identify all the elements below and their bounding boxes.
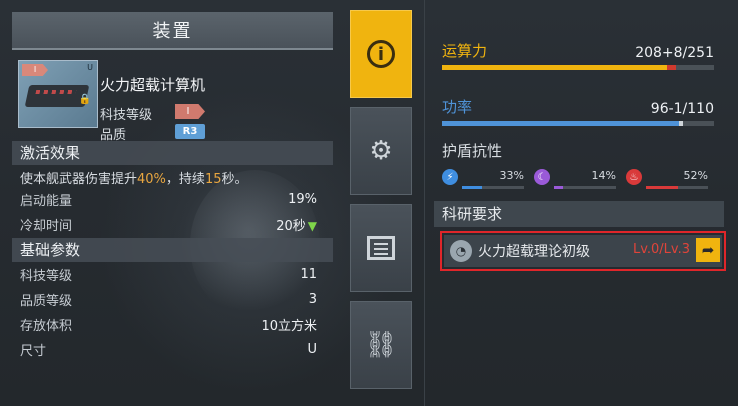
resist-percent: 33% — [499, 169, 524, 182]
side-tabs: i ⚙ ⛓ — [350, 10, 412, 398]
thumb-tech-badge: I — [22, 64, 48, 76]
tech-level-label: 科技等级 — [100, 108, 153, 123]
row-label: 冷却时间 — [20, 219, 73, 234]
flame-icon: ♨ — [626, 169, 642, 185]
row-label: 品质等级 — [20, 294, 73, 309]
resist-bar — [646, 186, 708, 189]
resist-bar-fill — [554, 186, 563, 189]
activation-section-title: 激活效果 — [12, 141, 333, 165]
row-label: 启动能量 — [20, 194, 73, 209]
panel-divider — [424, 0, 425, 406]
quality-badge: R3 — [175, 124, 205, 139]
row-label: 存放体积 — [20, 319, 73, 334]
tab-network[interactable]: ⛓ — [350, 301, 412, 389]
item-name: 火力超载计算机 — [100, 76, 206, 94]
crescent-icon: ☾ — [534, 169, 550, 185]
resist-lightning: ⚡ 33% — [442, 169, 524, 189]
quality-label: 品质 — [100, 128, 127, 143]
network-icon: ⛓ — [364, 330, 398, 360]
item-thumbnail[interactable]: I U 🔒 — [18, 60, 98, 128]
row-value: 3 — [308, 292, 317, 307]
compute-bar — [442, 65, 714, 70]
basic-section-title: 基础参数 — [12, 238, 333, 262]
item-card: I U 🔒 火力超载计算机 科技等级 I 品质 R3 — [12, 50, 333, 143]
stats-panel: 运算力 208+8/251 功率 96-1/110 护盾抗性 ⚡ 33% ☾ 1… — [434, 40, 728, 271]
research-level: Lv.0/Lv.3 — [632, 242, 690, 257]
wrench-gear-icon: ⚙ — [369, 136, 393, 166]
row-value: 10立方米 — [261, 319, 317, 334]
resist-crescent: ☾ 14% — [534, 169, 616, 189]
startup-energy-row: 启动能量 19% — [12, 187, 333, 212]
desc-text: ，持续 — [165, 172, 205, 187]
compute-value: 208+8/251 — [635, 45, 714, 61]
compute-bar-extra — [667, 65, 677, 70]
param-row: 存放体积 10立方米 — [12, 312, 333, 337]
desc-text: 使本舰武器伤害提升 — [20, 172, 138, 187]
desc-duration: 15 — [204, 172, 222, 187]
device-panel: 装置 I U 🔒 火力超载计算机 科技等级 I 品质 R3 激活效果 使本舰武器… — [12, 12, 333, 362]
row-value: 19% — [288, 192, 317, 207]
activation-description: 使本舰武器伤害提升40%，持续15秒。 — [12, 165, 333, 187]
research-icon: ◔ — [450, 240, 472, 262]
param-row: 科技等级 11 — [12, 262, 333, 287]
resist-flame: ♨ 52% — [626, 169, 708, 189]
desc-percent: 40% — [137, 172, 166, 187]
compute-row: 运算力 208+8/251 — [434, 40, 728, 61]
cooldown-row[interactable]: 冷却时间 20秒 ▼ — [12, 212, 333, 237]
row-value: 20秒 — [276, 219, 306, 234]
resist-bar-fill — [646, 186, 679, 189]
compute-bar-fill — [442, 65, 668, 70]
row-value: 11 — [300, 267, 317, 282]
research-section-title: 科研要求 — [434, 201, 724, 227]
row-label: 科技等级 — [20, 269, 73, 284]
research-requirement-highlight: ◔ 火力超载理论初级 Lv.0/Lv.3 ➦ — [440, 231, 726, 271]
resist-bar — [462, 186, 524, 189]
panel-header: 装置 — [12, 12, 333, 50]
power-label: 功率 — [442, 98, 473, 116]
page-title: 装置 — [152, 21, 193, 42]
research-item-name: 火力超载理论初级 — [478, 244, 590, 260]
tab-info[interactable]: i — [350, 10, 412, 98]
row-value: U — [307, 342, 317, 357]
resist-bar — [554, 186, 616, 189]
tab-modules[interactable]: ⚙ — [350, 107, 412, 195]
lock-icon: 🔒 — [78, 94, 91, 105]
compute-label: 运算力 — [442, 42, 488, 60]
param-row: 品质等级 3 — [12, 287, 333, 312]
goto-arrow-button[interactable]: ➦ — [696, 238, 720, 262]
power-value: 96-1/110 — [650, 101, 714, 117]
chevron-down-icon[interactable]: ▼ — [308, 219, 317, 233]
param-row: 尺寸 U — [12, 337, 333, 362]
resist-bar-fill — [462, 186, 483, 189]
power-bar-marker — [679, 121, 683, 126]
power-bar-fill — [442, 121, 680, 126]
row-label: 尺寸 — [20, 344, 47, 359]
info-icon: i — [367, 40, 395, 68]
thumb-size-label: U — [87, 63, 93, 72]
resist-percent: 14% — [591, 169, 616, 182]
power-row: 功率 96-1/110 — [434, 96, 728, 117]
lightning-icon: ⚡ — [442, 169, 458, 185]
power-bar — [442, 121, 714, 126]
shield-resist-title: 护盾抗性 — [442, 142, 503, 160]
tab-list[interactable] — [350, 204, 412, 292]
list-icon — [367, 236, 395, 260]
shield-resists: ⚡ 33% ☾ 14% ♨ 52% — [434, 169, 728, 189]
tech-level-badge: I — [175, 104, 205, 119]
resist-percent: 52% — [683, 169, 708, 182]
desc-text: 秒。 — [221, 172, 248, 187]
